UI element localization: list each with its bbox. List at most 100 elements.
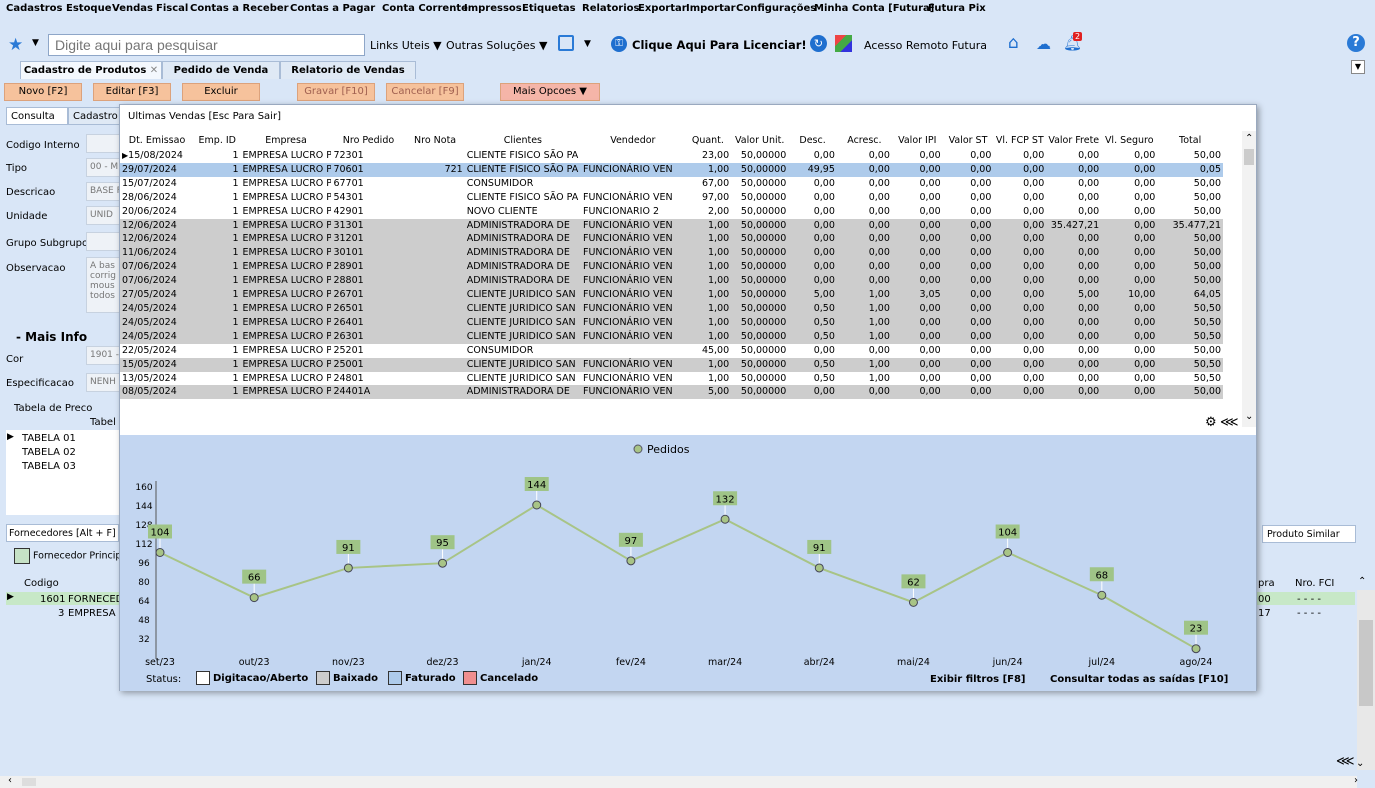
column-header[interactable]: Acresc. <box>837 131 892 149</box>
menu-item[interactable]: Contas a Pagar <box>290 3 375 14</box>
search-input[interactable] <box>48 34 365 56</box>
menu-item[interactable]: Contas a Receber <box>190 3 289 14</box>
list-item[interactable]: TABELA 02 <box>22 447 76 458</box>
cor-field[interactable]: 1901 - <box>86 346 120 365</box>
editar-button[interactable]: Editar [F3] <box>93 83 171 101</box>
table-row[interactable]: 12/06/20241EMPRESA LUCRO PRESI31201 ADMIN… <box>120 232 1223 247</box>
horizontal-scrollbar[interactable] <box>0 776 1357 788</box>
mais-opcoes-button[interactable]: Mais Opcoes ▼ <box>500 83 600 101</box>
column-header[interactable]: Empresa <box>241 131 332 149</box>
menu-item[interactable]: Impressos <box>464 3 522 14</box>
tab-consulta[interactable]: Consulta <box>6 107 68 125</box>
share-icon[interactable]: ⋘ <box>1336 754 1355 769</box>
scroll-thumb[interactable] <box>1244 149 1254 165</box>
chevron-right-icon[interactable]: › <box>1354 775 1358 786</box>
table-row[interactable]: 20/06/20241EMPRESA LUCRO PRESI42901 NOVO … <box>120 204 1223 219</box>
excluir-button[interactable]: Excluir <box>182 83 260 101</box>
consultar-saidas-link[interactable]: Consultar todas as saídas [F10] <box>1050 674 1228 685</box>
chevron-down-icon[interactable]: ⌄ <box>1356 758 1364 769</box>
column-header[interactable]: Valor ST <box>943 131 994 149</box>
chevron-up-icon[interactable]: ⌃ <box>1358 576 1366 587</box>
help-icon[interactable]: ? <box>1347 34 1365 52</box>
exibir-filtros-link[interactable]: Exibir filtros [F8] <box>930 674 1026 685</box>
column-header[interactable]: Valor Unit. <box>731 131 788 149</box>
vertical-scrollbar[interactable] <box>1357 590 1375 770</box>
close-icon[interactable]: ✕ <box>150 65 158 76</box>
column-header[interactable]: Vl. FCP ST <box>993 131 1046 149</box>
grupo-subgrupo-field[interactable] <box>86 232 120 251</box>
column-header[interactable]: Total <box>1157 131 1223 149</box>
gravar-button[interactable]: Gravar [F10] <box>297 83 375 101</box>
table-row[interactable]: 24/05/20241EMPRESA LUCRO PRESI26501 CLIEN… <box>120 301 1223 316</box>
tab-fornecedores[interactable]: Fornecedores [Alt + F] <box>6 524 119 542</box>
chevron-down-icon[interactable]: ⌄ <box>1245 411 1253 422</box>
share-icon[interactable]: ⋘ <box>1220 415 1239 430</box>
unidade-field[interactable]: UNID <box>86 206 120 225</box>
especificacao-field[interactable]: NENH <box>86 373 120 392</box>
outras-solucoes-menu[interactable]: Outras Soluções ▼ <box>446 39 547 52</box>
chevron-down-icon[interactable]: ▼ <box>32 38 39 48</box>
column-header[interactable]: Nro Nota <box>405 131 464 149</box>
chevron-down-icon[interactable]: ▼ <box>584 39 591 49</box>
table-row[interactable]: 12/06/20241EMPRESA LUCRO PRESI31301 ADMIN… <box>120 218 1223 233</box>
menu-item[interactable]: Cadastros <box>6 3 62 14</box>
save-icon[interactable] <box>558 35 574 51</box>
chevron-up-icon[interactable]: ⌃ <box>1245 133 1253 144</box>
column-header[interactable]: Valor IPI <box>892 131 943 149</box>
menu-item[interactable]: Estoque <box>66 3 112 14</box>
codigo-interno-field[interactable] <box>86 134 120 153</box>
column-header[interactable]: Dt. Emissao <box>120 131 194 149</box>
tipo-field[interactable]: 00 - M <box>86 158 120 177</box>
table-row[interactable]: 28/06/20241EMPRESA LUCRO PRESI54301 CLIEN… <box>120 190 1223 205</box>
column-header[interactable]: Valor Frete <box>1046 131 1101 149</box>
list-item[interactable]: TABELA 01 <box>22 433 76 444</box>
tab-cadastro-produtos[interactable]: Cadastro de Produtos ✕ <box>20 61 162 79</box>
table-row[interactable]: 07/06/20241EMPRESA LUCRO PRESI28801 ADMIN… <box>120 274 1223 289</box>
hscroll-thumb[interactable] <box>22 778 36 786</box>
tab-relatorio-vendas[interactable]: Relatorio de Vendas <box>280 61 416 79</box>
table-row[interactable]: 24/05/20241EMPRESA LUCRO PRESI26401 CLIEN… <box>120 315 1223 330</box>
column-header[interactable]: Nro Pedido <box>331 131 405 149</box>
licenciar-link[interactable]: Clique Aqui Para Licenciar! <box>632 38 807 52</box>
menu-item[interactable]: Vendas <box>112 3 153 14</box>
tab-cadastro[interactable]: Cadastro <box>68 107 120 125</box>
table-row[interactable]: 08/05/20241EMPRESA LUCRO PRESI24401A ADMI… <box>120 385 1223 400</box>
acesso-remoto-link[interactable]: Acesso Remoto Futura <box>864 39 987 52</box>
table-row[interactable]: 22/05/20241EMPRESA LUCRO PRESI25201 CONSU… <box>120 343 1223 358</box>
column-header[interactable]: Quant. <box>685 131 732 149</box>
column-header[interactable]: Clientes <box>465 131 581 149</box>
novo-button[interactable]: Novo [F2] <box>4 83 82 101</box>
chevron-left-icon[interactable]: ‹ <box>8 775 12 786</box>
tab-pedido-venda[interactable]: Pedido de Venda <box>162 61 280 79</box>
settings-icon[interactable]: ⚙ <box>1205 415 1217 430</box>
home-icon[interactable]: ⌂ <box>1008 33 1019 53</box>
menu-item[interactable]: Minha Conta [Futura] <box>814 3 934 14</box>
observacao-field[interactable]: A bas corrig mous todos <box>86 257 120 313</box>
refresh-icon[interactable]: ↻ <box>810 35 827 52</box>
list-item[interactable]: TABELA 03 <box>22 461 76 472</box>
scroll-thumb[interactable] <box>1359 620 1373 706</box>
table-row[interactable]: 13/05/20241EMPRESA LUCRO PRESI24801 CLIEN… <box>120 371 1223 386</box>
grid-scrollbar[interactable]: ⌃ ⌄ <box>1242 131 1256 427</box>
menu-item[interactable]: Exportar <box>638 3 687 14</box>
column-header[interactable]: Emp. ID <box>194 131 241 149</box>
table-row[interactable]: ▶15/08/20241EMPRESA LUCRO PRESI72301 CLIE… <box>120 149 1223 163</box>
table-row[interactable]: 24/05/20241EMPRESA LUCRO PRESI26301 CLIEN… <box>120 329 1223 344</box>
star-icon[interactable]: ★ <box>8 35 23 55</box>
table-row[interactable]: 15/07/20241EMPRESA LUCRO PRESI67701 CONSU… <box>120 176 1223 191</box>
cloud-icon[interactable]: ☁ <box>1036 35 1051 53</box>
column-header[interactable]: Vendedor <box>581 131 685 149</box>
tabs-dropdown-icon[interactable]: ▼ <box>1351 60 1365 74</box>
menu-item[interactable]: Fiscal <box>156 3 188 14</box>
tab-produto-similar[interactable]: Produto Similar <box>1262 525 1356 543</box>
descricao-field[interactable]: BASE F <box>86 182 120 201</box>
menu-item[interactable]: Relatorios <box>582 3 640 14</box>
table-row[interactable]: 27/05/20241EMPRESA LUCRO PRESI26701 CLIEN… <box>120 288 1223 302</box>
menu-item[interactable]: Configurações <box>736 3 816 14</box>
column-header[interactable]: Desc. <box>788 131 837 149</box>
menu-item[interactable]: Conta Corrente <box>382 3 468 14</box>
table-row[interactable]: 11/06/20241EMPRESA LUCRO PRESI30101 ADMIN… <box>120 246 1223 261</box>
column-header[interactable]: Vl. Seguro <box>1101 131 1157 149</box>
menu-item[interactable]: Importar <box>686 3 736 14</box>
cancelar-button[interactable]: Cancelar [F9] <box>386 83 464 101</box>
